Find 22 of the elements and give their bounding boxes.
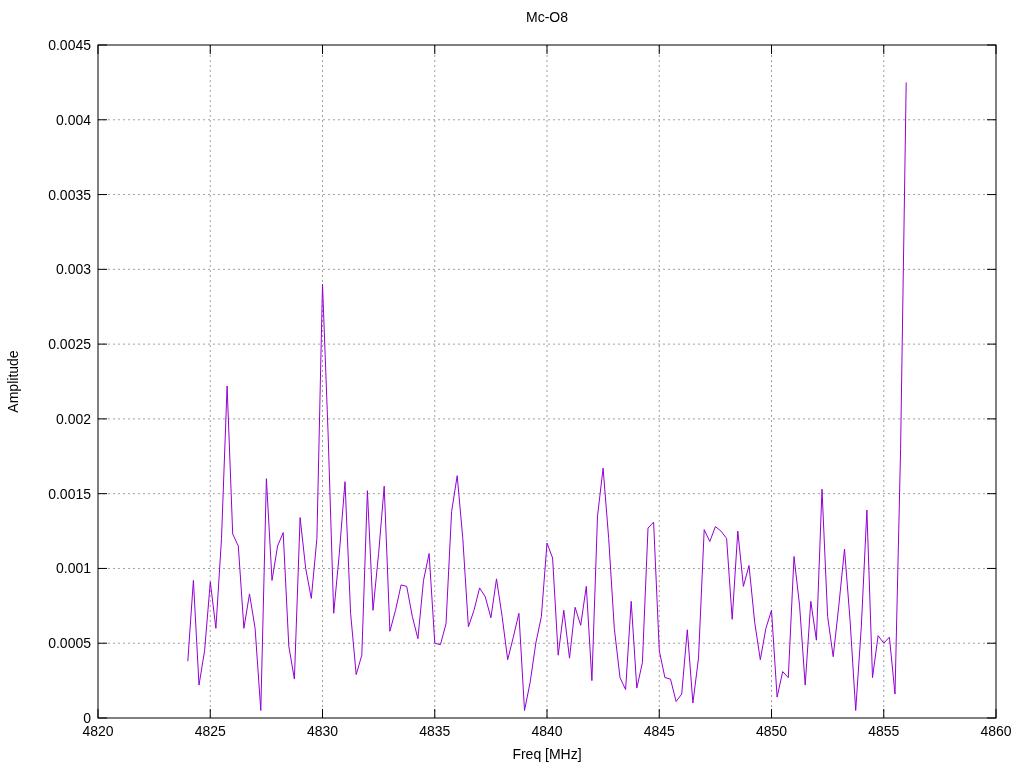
tick-label: 0.002 bbox=[55, 410, 91, 427]
tick-label: 4820 bbox=[82, 723, 114, 739]
tick-label: 0.004 bbox=[55, 111, 91, 128]
tick-label: 0.0025 bbox=[48, 336, 91, 353]
tick-label: 0.0005 bbox=[48, 635, 91, 652]
tick-label: 0 bbox=[83, 710, 91, 726]
tick-label: 0.001 bbox=[55, 560, 91, 577]
axis-label: Amplitude bbox=[5, 350, 21, 413]
tick-label: 4850 bbox=[755, 723, 788, 739]
axis-label: Freq [MHz] bbox=[512, 746, 582, 762]
tick-label: 4830 bbox=[306, 723, 339, 739]
tick-label: 4840 bbox=[531, 723, 563, 739]
chart-title: Mc-O8 bbox=[526, 9, 568, 25]
tick-label: 4835 bbox=[419, 723, 451, 739]
tick-label: 4845 bbox=[643, 723, 675, 739]
tick-label: 0.003 bbox=[55, 261, 91, 278]
tick-label: 0.0015 bbox=[48, 485, 91, 502]
tick-label: 4825 bbox=[194, 723, 226, 739]
tick-label: 4855 bbox=[868, 723, 900, 739]
tick-label: 0.0035 bbox=[48, 186, 91, 203]
tick-label: 4860 bbox=[980, 723, 1012, 739]
tick-label: 0.0045 bbox=[48, 37, 91, 53]
